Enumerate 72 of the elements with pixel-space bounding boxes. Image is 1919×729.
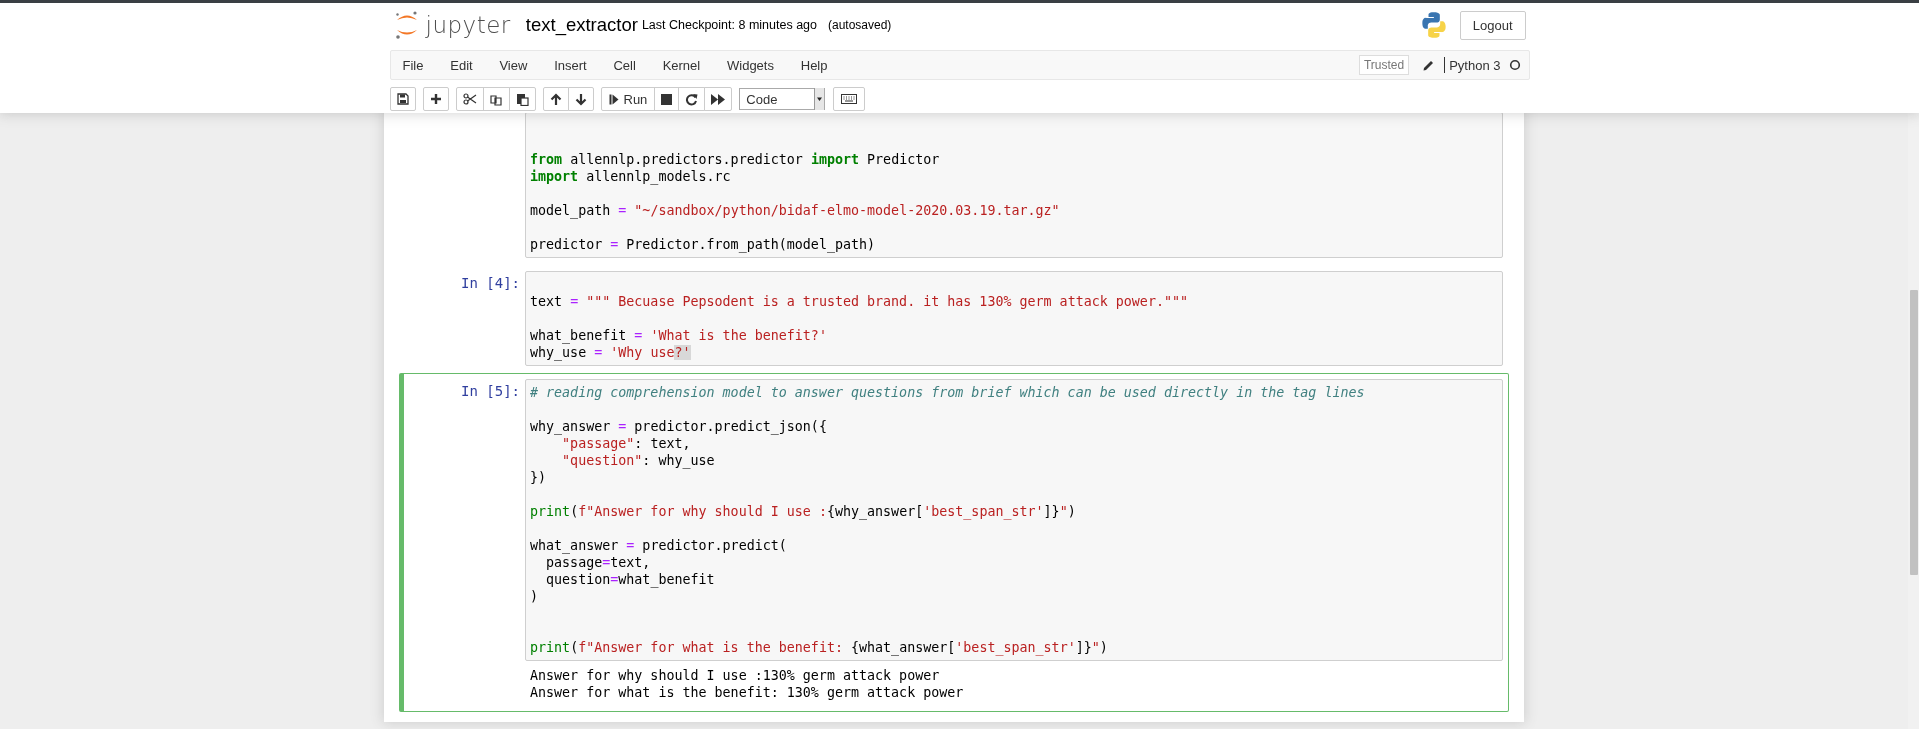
plus-icon — [429, 93, 442, 105]
scissors-icon — [462, 93, 477, 105]
code-editor[interactable] — [525, 379, 1503, 661]
code-line: ) — [530, 588, 540, 605]
clipboard-icon — [515, 92, 529, 106]
code-line: "question": why_use — [561, 452, 716, 469]
menu-item[interactable]: Help — [787, 57, 841, 73]
input-prompt: In [4]: — [461, 275, 520, 291]
checkpoint-status: Last Checkpoint: 8 minutes ago — [641, 18, 817, 32]
code-cell[interactable] — [399, 373, 1509, 712]
code-cell[interactable]: from allennlp.predictors.predictor import Predictor import allennlp_models.rc model_path = "~/sandbox/python/bidaf-elmo-model-2020.03.19.tar.gz" predictor = Predictor.from_path(model_path) — [399, 113, 1509, 264]
code-line: # reading comprehension model to answer questions from brief which can be used directly in the tag lines — [530, 384, 1366, 401]
code-line: text = """ Becuase Pepsodent is a trusted brand. it has 130% germ attack power.""" — [530, 293, 1189, 310]
kernel-name: Python 3 — [1449, 57, 1501, 73]
code-line: }) — [530, 469, 548, 486]
logout-button[interactable]: Logout — [1459, 10, 1526, 40]
autosave-status: (autosaved) — [828, 18, 892, 32]
menu-item[interactable]: Insert — [540, 57, 601, 73]
code-line: "passage": text, — [561, 435, 692, 452]
code-line: predictor = Predictor.from_path(model_path) — [530, 236, 877, 253]
restart-run-all-button[interactable] — [704, 87, 733, 111]
fast-forward-icon — [711, 93, 726, 105]
code-line: import allennlp_models.rc — [530, 168, 732, 185]
code-line: passage=text, — [545, 554, 652, 571]
code-line: from allennlp.predictors.predictor import Predictor — [530, 151, 941, 168]
dropdown-caret-icon — [814, 88, 825, 110]
scrollbar-thumb[interactable] — [1910, 290, 1918, 575]
code-line: what_answer = predictor.predict( — [530, 537, 788, 554]
menu-item[interactable]: File — [390, 57, 437, 73]
code-editor[interactable]: from allennlp.predictors.predictor import Predictor import allennlp_models.rc model_path = "~/sandbox/python/bidaf-elmo-model-2020.03.19.tar.gz" predictor = Predictor.from_path(model_path) — [525, 113, 1503, 258]
pencil-icon[interactable] — [1422, 58, 1436, 72]
code-line: why_use = 'Why use?' — [530, 344, 692, 361]
input-prompt: In [5]: — [461, 383, 520, 399]
code-cell[interactable]: In [4]: text = """ Becuase Pepsodent is a trusted brand. it has 130% germ attack power.""" what_benefit = 'What is the benefit?' why_use = 'Why use?' — [399, 265, 1509, 372]
step-forward-icon — [608, 93, 619, 105]
menu-item[interactable]: Edit — [436, 57, 487, 73]
keyboard-icon — [841, 94, 858, 104]
cell-type-select[interactable]: Code — [739, 88, 826, 110]
up-arrow-icon — [549, 92, 562, 106]
save-button[interactable] — [389, 87, 416, 111]
keyboard-button[interactable] — [833, 87, 866, 111]
copy-button[interactable] — [482, 87, 510, 111]
code-line: print(f"Answer for what is the benefit: {what_answer['best_span_str']}") — [530, 639, 1109, 656]
copy-icon — [489, 92, 503, 106]
floppy-icon — [396, 93, 409, 105]
trusted-badge[interactable]: Trusted — [1358, 55, 1410, 75]
run-button[interactable]: Run — [600, 87, 656, 111]
circular-arrow-icon — [685, 92, 699, 106]
insert-cell-button[interactable] — [422, 87, 449, 111]
stop-icon — [661, 93, 673, 105]
move-up-button[interactable] — [542, 87, 569, 111]
menu-item[interactable]: Kernel — [649, 57, 714, 73]
code-line: model_path = "~/sandbox/python/bidaf-elmo-model-2020.03.19.tar.gz" — [530, 202, 1061, 219]
code-line: question=what_benefit — [545, 571, 716, 588]
notebook-name[interactable]: text_extractor — [525, 14, 638, 36]
menu-item[interactable]: Cell — [600, 57, 650, 73]
code-line: why_answer = predictor.predict_json({ — [530, 418, 828, 435]
cut-button[interactable] — [455, 87, 484, 111]
output-line: Answer for what is the benefit: 130% germ attack power — [530, 684, 965, 701]
restart-button[interactable] — [678, 87, 706, 111]
menu-item[interactable]: Widgets — [713, 57, 788, 73]
python-logo-icon — [1419, 11, 1448, 39]
output-line: Answer for why should I use :130% germ attack power — [530, 667, 941, 684]
menu-item[interactable]: View — [486, 57, 541, 73]
code-editor[interactable]: text = """ Becuase Pepsodent is a trusted brand. it has 130% germ attack power.""" what_benefit = 'What is the benefit?' why_use = 'Why use?' — [525, 271, 1503, 366]
code-line: print(f"Answer for why should I use :{why_answer['best_span_str']}") — [530, 503, 1077, 520]
logo-text: jupyter — [425, 12, 511, 38]
paste-button[interactable] — [508, 87, 536, 111]
stop-button[interactable] — [654, 87, 680, 111]
code-line: what_benefit = 'What is the benefit?' — [530, 327, 828, 344]
move-down-button[interactable] — [567, 87, 594, 111]
down-arrow-icon — [574, 92, 587, 106]
